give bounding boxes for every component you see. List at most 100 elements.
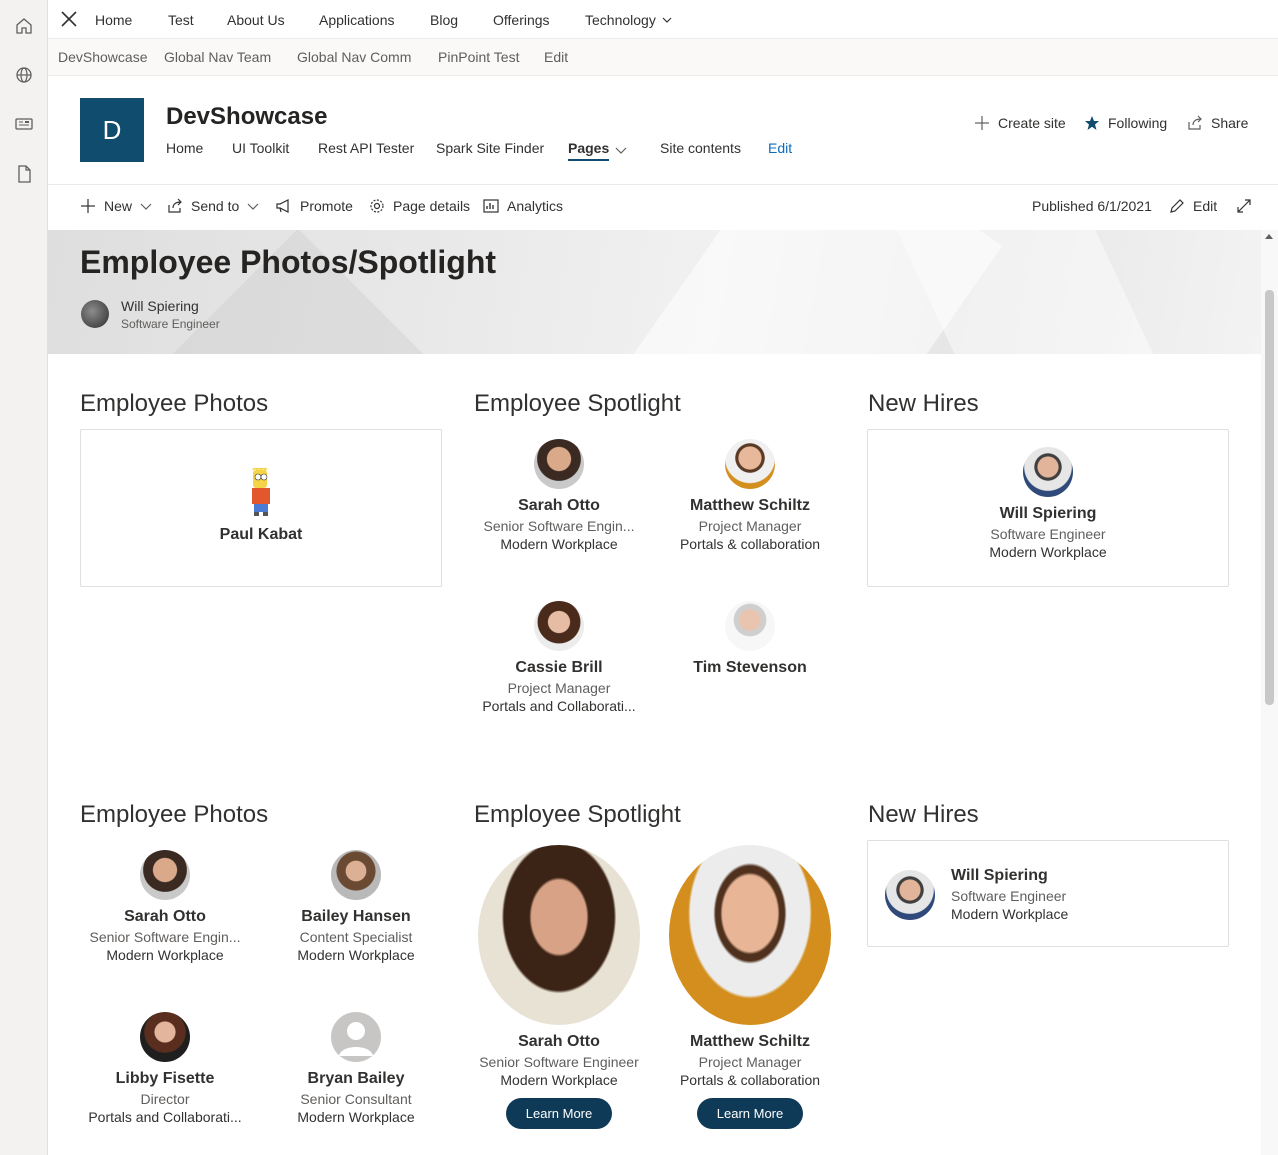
person-name: Sarah Otto (518, 497, 600, 514)
person-name: Matthew Schiltz (689, 1033, 810, 1050)
global-nav-home[interactable]: Home (95, 12, 132, 28)
site-nav-edit[interactable]: Edit (768, 140, 792, 156)
new-hire-person[interactable]: Will Spiering Software Engineer Modern W… (885, 867, 1068, 922)
site-nav-rest-api-tester[interactable]: Rest API Tester (318, 140, 414, 156)
plus-icon (975, 116, 989, 130)
person-role: Content Specialist (299, 929, 413, 945)
site-nav-pages[interactable]: Pages (568, 140, 610, 161)
person-dept: Modern Workplace (297, 1109, 415, 1125)
spotlight-large-person[interactable]: Sarah Otto Senior Software Engineer Mode… (474, 845, 644, 1129)
avatar (331, 1012, 381, 1062)
global-nav-offerings[interactable]: Offerings (493, 12, 550, 28)
avatar (725, 439, 775, 489)
person-role: Senior Software Engin... (483, 518, 635, 534)
global-nav-test[interactable]: Test (168, 12, 194, 28)
avatar (1023, 447, 1073, 497)
sub-nav-edit[interactable]: Edit (544, 49, 568, 65)
global-nav-about-us[interactable]: About Us (227, 12, 285, 28)
person-name: Will Spiering (999, 505, 1097, 522)
learn-more-button[interactable]: Learn More (696, 1098, 804, 1129)
spotlight-person[interactable]: Matthew Schiltz Project Manager Portals … (665, 439, 835, 552)
avatar[interactable] (81, 300, 109, 328)
sub-nav-pinpoint-test[interactable]: PinPoint Test (438, 49, 519, 65)
create-site-label: Create site (998, 115, 1066, 131)
send-to-button[interactable]: Send to (167, 198, 259, 214)
new-label: New (104, 198, 133, 214)
home-icon[interactable] (14, 16, 34, 36)
avatar (252, 468, 270, 516)
avatar (140, 1012, 190, 1062)
person-role: Senior Consultant (300, 1091, 412, 1107)
news-icon[interactable] (14, 114, 34, 134)
global-nav-technology[interactable]: Technology (585, 12, 672, 28)
person-dept: Portals & collaboration (679, 536, 821, 552)
scrollbar-thumb[interactable] (1265, 290, 1274, 705)
site-logo[interactable]: D (80, 98, 144, 162)
expand-button[interactable] (1236, 198, 1252, 214)
employee-photo-person[interactable]: Libby Fisette Director Portals and Colla… (80, 1012, 250, 1125)
avatar (534, 601, 584, 651)
chevron-down-icon (247, 203, 259, 210)
globe-icon[interactable] (14, 65, 34, 85)
spotlight-large-person[interactable]: Matthew Schiltz Project Manager Portals … (665, 845, 835, 1129)
following-button[interactable]: Following (1084, 115, 1167, 131)
site-title[interactable]: DevShowcase (166, 103, 327, 131)
promote-label: Promote (300, 198, 353, 214)
scroll-up-arrow-icon[interactable] (1265, 234, 1273, 239)
person-dept: Modern Workplace (297, 947, 415, 963)
person-name: Will Spiering (951, 867, 1048, 884)
close-icon[interactable] (60, 10, 78, 28)
share-label: Share (1211, 115, 1249, 131)
author-name[interactable]: Will Spiering (121, 298, 199, 314)
spotlight-person[interactable]: Tim Stevenson (665, 601, 835, 677)
person-dept: Modern Workplace (989, 544, 1107, 560)
site-nav-home[interactable]: Home (166, 140, 203, 156)
sub-nav-global-nav-team[interactable]: Global Nav Team (164, 49, 271, 65)
edit-label: Edit (1193, 198, 1218, 214)
vertical-scrollbar[interactable] (1261, 230, 1278, 1155)
employee-photo-person[interactable]: Bryan Bailey Senior Consultant Modern Wo… (271, 1012, 441, 1125)
default-person-icon (339, 1022, 373, 1056)
site-nav-ui-toolkit[interactable]: UI Toolkit (232, 140, 289, 156)
person-name: Sarah Otto (518, 1033, 600, 1050)
star-icon (1085, 116, 1099, 130)
global-nav-applications[interactable]: Applications (319, 12, 395, 28)
new-button[interactable]: New (80, 198, 152, 214)
spotlight-person[interactable]: Cassie Brill Project Manager Portals and… (474, 601, 644, 714)
new-hire-person[interactable]: Will Spiering Software Engineer Modern W… (868, 447, 1228, 560)
sub-nav-global-nav-comm[interactable]: Global Nav Comm (297, 49, 411, 65)
person-role: Software Engineer (990, 526, 1106, 542)
avatar (669, 845, 831, 1025)
person-dept: Modern Workplace (500, 1072, 618, 1088)
avatar (140, 850, 190, 900)
chevron-down-icon[interactable] (615, 144, 627, 156)
learn-more-button[interactable]: Learn More (505, 1098, 613, 1129)
page-details-label: Page details (393, 198, 471, 214)
avatar (478, 845, 640, 1025)
hub-sub-nav: DevShowcase Global Nav Team Global Nav C… (48, 39, 1278, 76)
sub-nav-devshowcase[interactable]: DevShowcase (58, 49, 148, 65)
person-role: Software Engineer (951, 888, 1067, 904)
site-nav-site-contents[interactable]: Site contents (660, 140, 741, 156)
document-icon[interactable] (14, 164, 34, 184)
site-header: D DevShowcase Home UI Toolkit Rest API T… (48, 76, 1278, 185)
promote-button[interactable]: Promote (276, 198, 353, 214)
edit-button[interactable]: Edit (1169, 198, 1217, 214)
site-nav-spark-site-finder[interactable]: Spark Site Finder (436, 140, 544, 156)
person-dept: Modern Workplace (106, 947, 224, 963)
plus-icon (81, 199, 95, 213)
create-site-button[interactable]: Create site (974, 115, 1066, 131)
section-title-new-hires: New Hires (868, 801, 979, 828)
spotlight-person[interactable]: Sarah Otto Senior Software Engin... Mode… (474, 439, 644, 552)
share-button[interactable]: Share (1187, 115, 1248, 131)
analytics-button[interactable]: Analytics (483, 198, 563, 214)
page-title: Employee Photos/Spotlight (80, 244, 497, 280)
page-details-button[interactable]: Page details (369, 198, 470, 214)
person-card[interactable]: Paul Kabat (81, 468, 441, 544)
person-name: Cassie Brill (515, 659, 603, 676)
person-role: Project Manager (507, 680, 611, 696)
global-nav-blog[interactable]: Blog (430, 12, 458, 28)
employee-photo-person[interactable]: Sarah Otto Senior Software Engin... Mode… (80, 850, 250, 963)
employee-photo-person[interactable]: Bailey Hansen Content Specialist Modern … (271, 850, 441, 963)
global-nav-technology-label: Technology (585, 12, 656, 28)
